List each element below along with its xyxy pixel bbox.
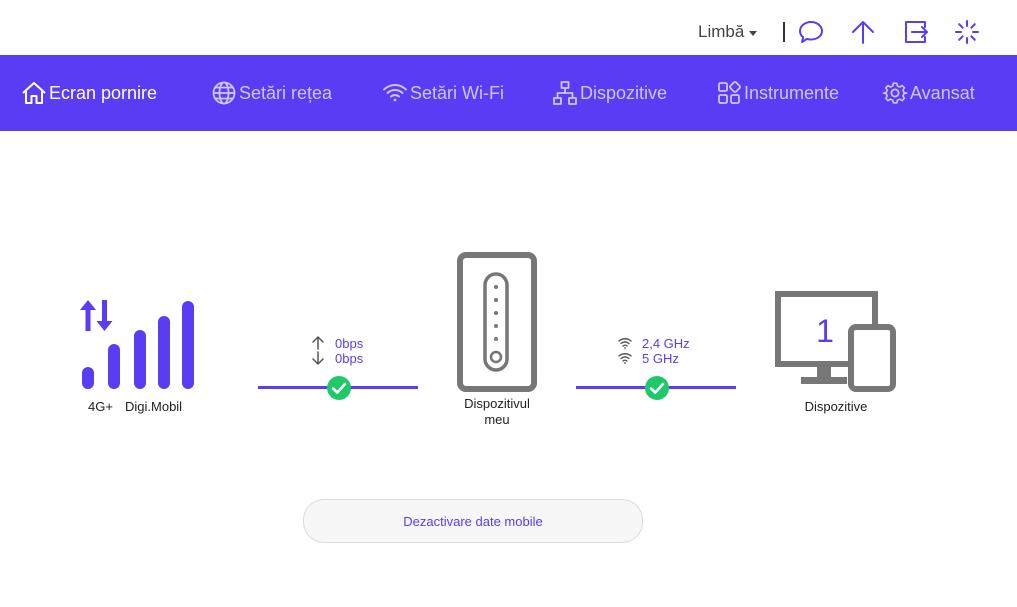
logout-icon[interactable] bbox=[903, 19, 929, 45]
nav-item-devices[interactable]: Dispozitive bbox=[552, 55, 667, 131]
connected-devices-icon[interactable]: 1 bbox=[775, 291, 897, 393]
wifi-band-5-label: 5 GHz bbox=[642, 350, 679, 366]
wifi-small-icon bbox=[618, 353, 632, 364]
network-type: 4G+ bbox=[88, 399, 113, 414]
arrow-down-icon bbox=[312, 351, 324, 365]
language-selector[interactable]: Limbă bbox=[698, 22, 758, 42]
download-speed-value: 0bps bbox=[335, 350, 364, 366]
upload-speed-value: 0bps bbox=[335, 335, 364, 351]
nav-item-label: Ecran pornire bbox=[49, 82, 158, 103]
wifi-small-icon bbox=[618, 338, 632, 349]
loading-spinner-icon bbox=[954, 19, 980, 45]
devices-count: 1 bbox=[816, 313, 834, 349]
divider bbox=[783, 22, 785, 42]
language-label: Limbă bbox=[698, 22, 745, 41]
tools-grid-icon bbox=[716, 80, 742, 106]
operator-name: Digi.Mobil bbox=[125, 399, 183, 414]
nav-item-label: Setări rețea bbox=[239, 82, 333, 103]
chat-icon[interactable] bbox=[798, 19, 824, 45]
nav-item-label: Dispozitive bbox=[580, 82, 668, 103]
nav-item-label: Setări Wi-Fi bbox=[410, 82, 504, 103]
gear-icon bbox=[882, 80, 908, 106]
globe-icon bbox=[211, 80, 237, 106]
disable-mobile-data-button[interactable]: Dezactivare date mobile bbox=[303, 499, 643, 543]
caret-down-icon bbox=[749, 30, 758, 36]
devices-label: Dispozitive bbox=[804, 399, 868, 414]
main-nav: Ecran pornire Setări rețea Setări Wi-Fi bbox=[0, 55, 1017, 131]
wan-connected-check-icon bbox=[327, 376, 351, 400]
wifi-band-24: 2,4 GHz bbox=[618, 335, 690, 351]
nav-item-tools[interactable]: Instrumente bbox=[716, 55, 839, 131]
nav-item-wifi-settings[interactable]: Setări Wi-Fi bbox=[382, 55, 504, 131]
upload-arrow-icon[interactable] bbox=[850, 19, 876, 45]
network-devices-icon bbox=[552, 80, 578, 106]
nav-item-label: Instrumente bbox=[744, 82, 840, 103]
nav-item-advanced[interactable]: Avansat bbox=[882, 55, 975, 131]
top-bar: Limbă bbox=[0, 0, 1017, 54]
upload-speed: 0bps bbox=[311, 335, 363, 351]
download-speed: 0bps bbox=[311, 350, 363, 366]
lan-connected-check-icon bbox=[645, 376, 669, 400]
wifi-band-24-label: 2,4 GHz bbox=[642, 335, 690, 351]
home-icon bbox=[21, 80, 47, 106]
arrow-up-icon bbox=[312, 336, 324, 350]
nav-item-network-settings[interactable]: Setări rețea bbox=[211, 55, 332, 131]
nav-item-label: Avansat bbox=[910, 82, 975, 103]
wifi-icon bbox=[382, 80, 408, 106]
nav-item-home[interactable]: Ecran pornire bbox=[21, 55, 157, 131]
router-label: Dispozitivul meu bbox=[464, 396, 530, 427]
signal-strength-icon bbox=[80, 298, 198, 390]
wifi-band-5: 5 GHz bbox=[618, 350, 679, 366]
router-icon bbox=[457, 252, 537, 392]
